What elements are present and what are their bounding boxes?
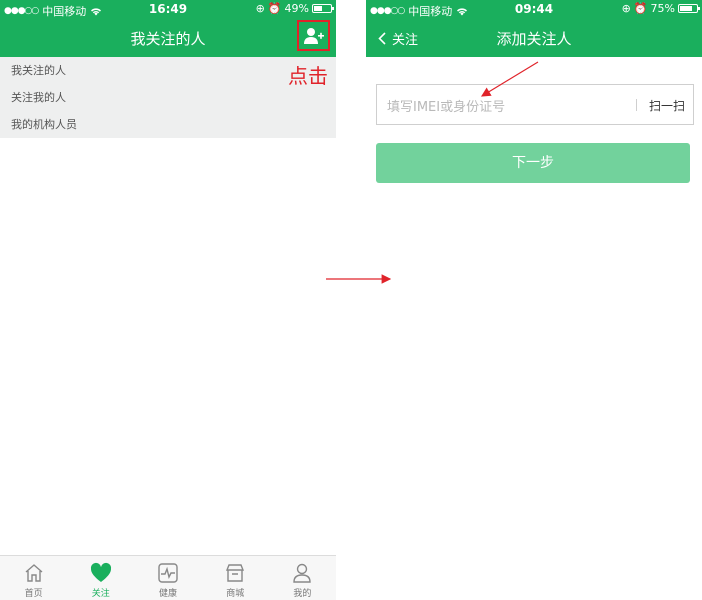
page-title: 添加关注人 (496, 30, 572, 48)
divider (636, 99, 637, 111)
tab-store[interactable]: 商城 (202, 556, 269, 600)
status-bar: ●●●○○ 中国移动 16:49 ⊕ ⏰ 49% (0, 0, 336, 18)
alarm-icon: ⏰ (267, 2, 282, 15)
tab-health[interactable]: 健康 (134, 556, 201, 600)
screen-add-follow: ●●●○○ 中国移动 09:44 ⊕ ⏰ 75% 关注 添加关注人 填写IMEI… (366, 0, 702, 600)
battery-icon (678, 4, 700, 13)
battery-icon (312, 4, 334, 13)
tab-bar: 首页 关注 健康 商城 我的 (0, 555, 336, 600)
battery-percent: 49% (284, 2, 309, 15)
nav-bar: 关注 添加关注人 (366, 18, 702, 57)
battery-percent: 75% (650, 2, 675, 15)
store-icon (226, 564, 245, 582)
input-placeholder: 填写IMEI或身份证号 (387, 100, 506, 115)
menu-item-org-members[interactable]: 我的机构人员 (0, 111, 336, 138)
tab-label: 首页 (24, 589, 43, 599)
health-icon (158, 563, 178, 583)
scan-button[interactable]: 扫一扫 (649, 97, 685, 114)
menu-item-i-follow[interactable]: 我关注的人 (0, 57, 336, 84)
heart-icon (90, 562, 111, 582)
menu-item-followers[interactable]: 关注我的人 (0, 84, 336, 111)
imei-id-input[interactable]: 填写IMEI或身份证号 扫一扫 (376, 84, 694, 125)
tab-follow[interactable]: 关注 (67, 556, 134, 600)
tab-label: 健康 (159, 589, 178, 599)
person-icon (293, 563, 312, 583)
rotation-lock-icon: ⊕ (621, 2, 631, 15)
tab-label: 关注 (91, 589, 110, 599)
next-step-button[interactable]: 下一步 (376, 143, 690, 183)
status-bar: ●●●○○ 中国移动 09:44 ⊕ ⏰ 75% (366, 0, 702, 18)
rotation-lock-icon: ⊕ (255, 2, 265, 15)
page-title: 我关注的人 (130, 30, 206, 48)
tab-mine[interactable]: 我的 (269, 556, 336, 600)
tab-label: 商城 (226, 589, 245, 599)
click-annotation: 点击 (288, 64, 328, 88)
nav-bar: 我关注的人 (0, 18, 336, 57)
tab-home[interactable]: 首页 (0, 556, 67, 600)
home-icon (25, 564, 43, 582)
screen-following: ●●●○○ 中国移动 16:49 ⊕ ⏰ 49% 我关注的人 我关注的人 关注我… (0, 0, 336, 600)
alarm-icon: ⏰ (633, 2, 648, 15)
tab-label: 我的 (293, 589, 312, 599)
add-user-button[interactable] (297, 20, 330, 51)
follow-menu: 我关注的人 关注我的人 我的机构人员 (0, 57, 336, 138)
add-user-icon (303, 27, 324, 44)
